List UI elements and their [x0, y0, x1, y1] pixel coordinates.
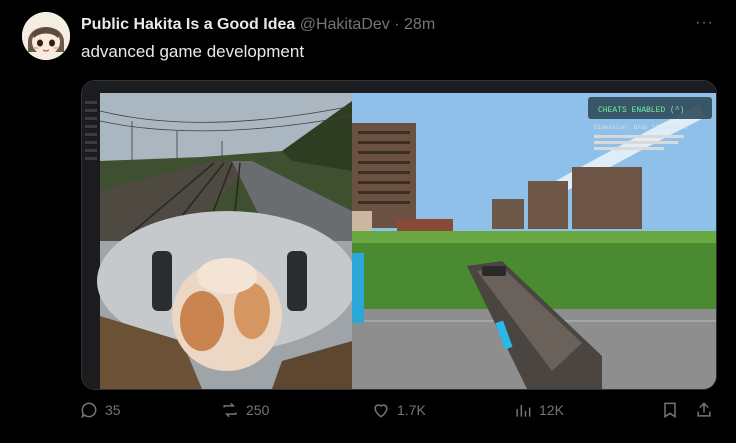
repost-button[interactable]: 250	[220, 400, 269, 420]
views-count: 12K	[539, 402, 564, 418]
analytics-icon	[516, 405, 531, 417]
hamster-photo	[97, 211, 357, 389]
repost-count: 250	[246, 402, 270, 418]
reply-count: 35	[105, 402, 121, 418]
tweet-header: Public Hakita Is a Good Idea @HakitaDev …	[81, 16, 435, 34]
more-options-icon[interactable]: ···	[695, 14, 714, 32]
reply-icon	[81, 402, 97, 419]
share-icon	[697, 402, 711, 417]
heart-icon	[374, 404, 388, 418]
timestamp[interactable]: 28m	[404, 16, 435, 33]
like-count: 1.7K	[397, 402, 426, 418]
hud-cheats-label: CHEATS ENABLED (^)	[598, 106, 684, 115]
separator-dot: ·	[394, 16, 400, 33]
game-screenshot: CHEATS ENABLED (^) Dimension: Gray 16 Le…	[352, 93, 716, 389]
views-button[interactable]: 12K	[513, 400, 564, 420]
reply-button[interactable]: 35	[79, 400, 121, 420]
like-button[interactable]: 1.7K	[371, 400, 426, 420]
repost-icon	[223, 402, 237, 418]
share-button[interactable]	[694, 400, 714, 420]
avatar-image	[22, 12, 70, 60]
bookmark-button[interactable]	[660, 400, 680, 420]
handle[interactable]: @HakitaDev	[300, 16, 390, 33]
avatar[interactable]	[22, 12, 70, 60]
bookmark-icon	[664, 402, 676, 419]
tweet-media-image[interactable]: CHEATS ENABLED (^) Dimension: Gray 16 Le…	[81, 80, 717, 390]
hud-subtext: Dimension: Gray 16 Level 0	[594, 124, 688, 131]
tweet-actions: 35 250 1.7K 12K	[0, 400, 736, 434]
display-name[interactable]: Public Hakita Is a Good Idea	[81, 16, 295, 33]
tweet-text: advanced game development	[81, 42, 305, 61]
